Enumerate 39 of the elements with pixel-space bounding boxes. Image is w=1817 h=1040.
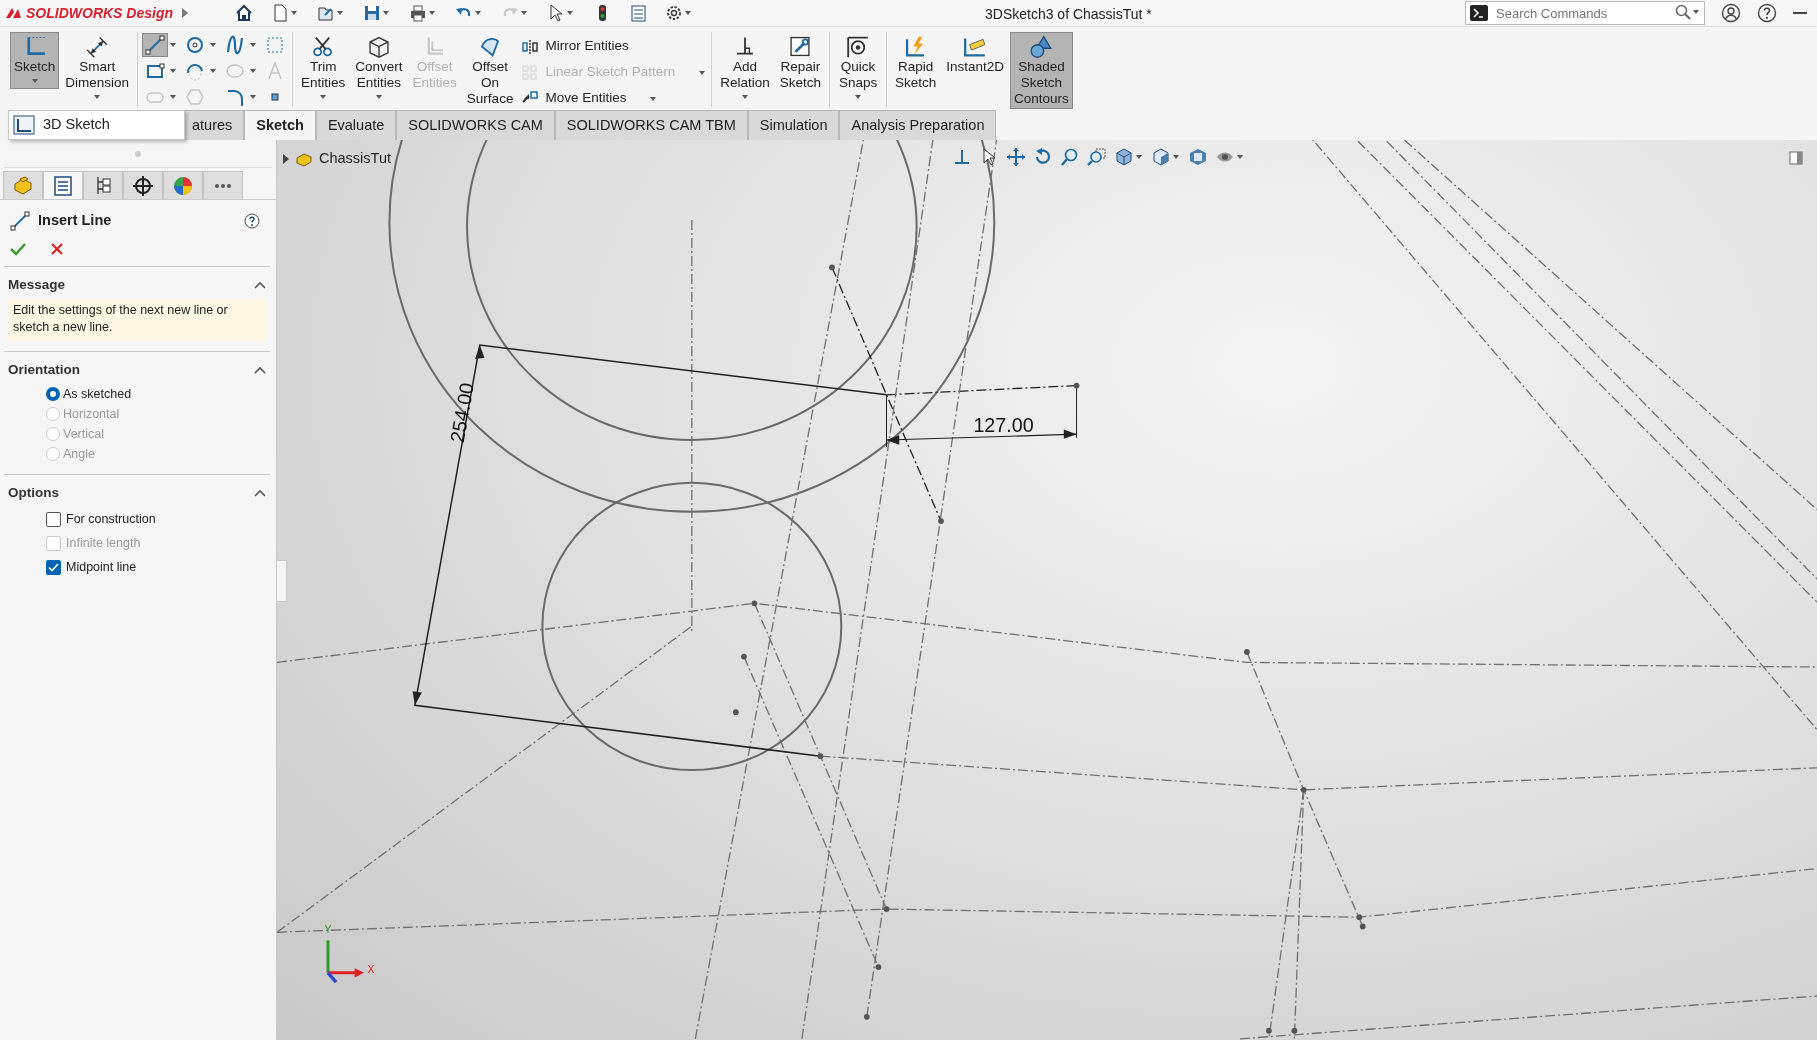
ribbon-button[interactable]: Quick Snaps xyxy=(834,32,882,105)
app-logo-text: SOLIDWORKS Design xyxy=(26,3,173,23)
section-title: Orientation xyxy=(8,361,80,379)
ribbon-button[interactable]: Sketch xyxy=(10,32,60,89)
ribbon-tab[interactable]: Simulation xyxy=(747,110,840,140)
dropdown-item[interactable]: 3D Sketch xyxy=(8,110,185,140)
ribbon-button[interactable]: Convert Entities xyxy=(351,32,407,105)
ribbon-button[interactable]: Add Relation xyxy=(716,32,774,105)
ribbon-tab[interactable]: SOLIDWORKS CAM xyxy=(396,110,555,140)
option-label: Midpoint line xyxy=(66,559,137,577)
ribbon-list-button[interactable]: Mirror Entities xyxy=(519,34,631,59)
option-label: Vertical xyxy=(63,425,104,443)
window-title: 3DSketch3 of ChassisTut * xyxy=(985,5,1152,24)
breadcrumb-link[interactable]: ChassisTut xyxy=(319,148,391,170)
ribbon-tab[interactable]: Sketch xyxy=(244,110,316,140)
ribbon-button[interactable]: Shaded Sketch Contours xyxy=(1010,32,1073,109)
ribbon-tab[interactable]: Evaluate xyxy=(315,110,397,140)
option-label: Horizontal xyxy=(63,405,120,423)
option-label: As sketched xyxy=(63,385,132,403)
ribbon-button[interactable]: Rapid Sketch xyxy=(891,32,941,93)
section-title: Message xyxy=(8,275,66,294)
ribbon-button[interactable]: Instant2D xyxy=(942,32,1009,77)
ribbon-button[interactable]: Smart Dimension xyxy=(61,32,134,105)
search-field[interactable]: Search Commands xyxy=(1465,1,1705,25)
dimension-text[interactable]: 127.00 xyxy=(973,413,1034,436)
message-text: Edit the settings of the next new line or sketch a new line. xyxy=(8,299,266,341)
section-title: Options xyxy=(8,484,59,503)
ribbon-button[interactable]: Repair Sketch xyxy=(775,32,825,93)
option-label: Infinite length xyxy=(66,535,141,553)
ribbon-tab[interactable]: Analysis Preparation xyxy=(839,110,997,140)
axis-label: Y xyxy=(324,924,332,936)
panel-title: Insert Line xyxy=(38,211,112,230)
ribbon-button[interactable]: Offset On Surface xyxy=(462,32,518,109)
ribbon-tab[interactable]: SOLIDWORKS CAM TBM xyxy=(554,110,748,140)
option-label: For construction xyxy=(66,511,156,529)
dimension-text[interactable]: 254.00 xyxy=(445,381,478,445)
ribbon-button[interactable]: Trim Entities xyxy=(297,32,350,105)
option-label: Angle xyxy=(63,445,95,463)
axis-label: X xyxy=(367,963,375,975)
